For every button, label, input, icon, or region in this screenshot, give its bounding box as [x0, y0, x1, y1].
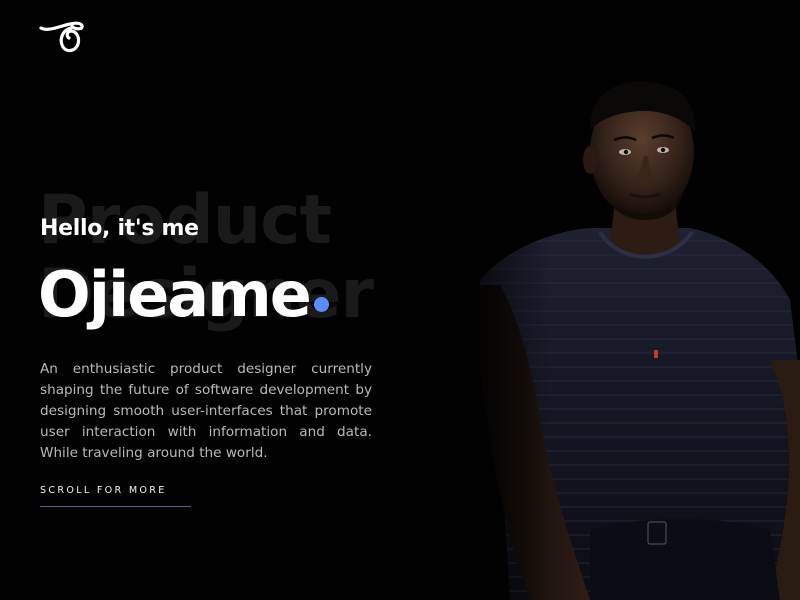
intro-paragraph: An enthusiastic product designer current…	[40, 360, 372, 461]
scroll-for-more-link[interactable]: SCROLL FOR MORE	[40, 485, 191, 507]
hero-page: Product Designer Hello, it's me Ojieame …	[0, 0, 800, 600]
name-text: Ojieame	[38, 258, 312, 331]
portrait-photo	[440, 60, 800, 600]
accent-dot	[313, 297, 329, 312]
greeting-text: Hello, it's me	[40, 216, 199, 241]
script-o-logo-icon[interactable]	[38, 18, 86, 56]
name-heading: Ojieame	[38, 255, 329, 335]
